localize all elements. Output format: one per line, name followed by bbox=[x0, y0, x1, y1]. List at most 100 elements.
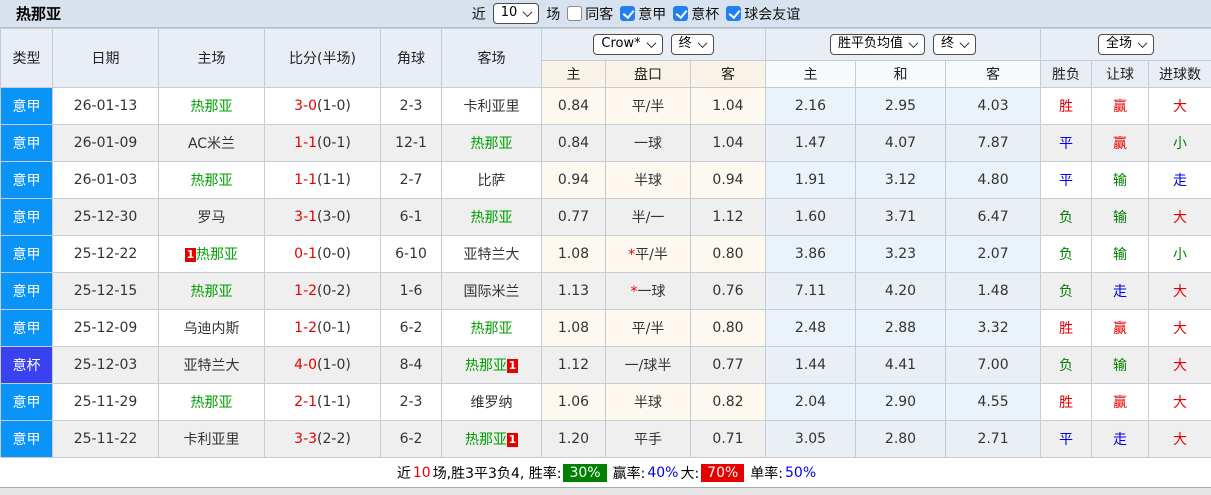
avg-draw-odds: 2.90 bbox=[855, 383, 947, 421]
handicap-cell: 半球 bbox=[605, 383, 691, 421]
checked-checkbox[interactable] bbox=[673, 6, 689, 21]
match-type-badge: 意甲 bbox=[0, 309, 53, 347]
match-row: 意甲 25-11-29 热那亚 2-1(1-1) 2-3 维罗纳 1.06 半球 0.82 2.0… bbox=[0, 383, 1211, 421]
avg-away-odds: 2.71 bbox=[945, 420, 1042, 458]
handicap-cell: 平/半 bbox=[605, 309, 691, 347]
home-odds: 1.13 bbox=[541, 272, 606, 310]
full-time-score: 2-1 bbox=[294, 394, 318, 410]
full-time-score: 3-3 bbox=[294, 431, 318, 447]
score-cell: 4-0(1-0) bbox=[264, 346, 381, 384]
checkbox-label: 意杯 bbox=[691, 6, 720, 23]
half-time-score: (0-2) bbox=[317, 283, 351, 299]
away-odds: 1.12 bbox=[689, 198, 767, 236]
match-date: 25-12-30 bbox=[52, 198, 159, 236]
away-team[interactable]: 热那亚 bbox=[465, 358, 507, 374]
away-team[interactable]: 热那亚 bbox=[471, 136, 513, 152]
competition-filter-1[interactable]: 意甲 bbox=[620, 4, 666, 24]
home-team[interactable]: 亚特兰大 bbox=[184, 358, 240, 374]
handicap-line: 一球 bbox=[634, 136, 662, 152]
match-history-panel: 热那亚 近 10 场 同客 意甲 意杯 球会友谊 类型 日期 主场 比分(半场) 角球 客场 Cr… bbox=[0, 0, 1211, 495]
match-row: 意甲 26-01-13 热那亚 3-0(1-0) 2-3 卡利亚里 0.84 平/半 1.04 2… bbox=[0, 87, 1211, 125]
odds-stage-select[interactable]: 终 bbox=[670, 34, 714, 55]
summary-text: 40% bbox=[647, 464, 679, 481]
result-goals: 大 bbox=[1148, 420, 1211, 458]
handicap-line: 一球 bbox=[637, 284, 666, 300]
result-wdl: 负 bbox=[1040, 235, 1093, 273]
away-team[interactable]: 亚特兰大 bbox=[464, 247, 520, 263]
competition-filter-3[interactable]: 球会友谊 bbox=[726, 4, 800, 24]
avg-away-header: 客 bbox=[945, 60, 1042, 88]
away-team-cell: 热那亚 bbox=[441, 124, 542, 162]
handicap-line: 平手 bbox=[634, 432, 662, 448]
handicap-line: 一/球半 bbox=[624, 358, 672, 374]
competition-filter-0[interactable]: 同客 bbox=[567, 4, 613, 24]
result-wdl-header: 胜负 bbox=[1040, 60, 1093, 88]
away-team[interactable]: 维罗纳 bbox=[471, 395, 513, 411]
result-handicap: 输 bbox=[1091, 198, 1150, 236]
avg-metric-select[interactable]: 胜平负均值 bbox=[830, 34, 926, 55]
chevron-down-icon bbox=[522, 6, 533, 17]
away-team[interactable]: 国际米兰 bbox=[464, 284, 520, 300]
home-team-cell: 卡利亚里 bbox=[158, 420, 265, 458]
away-odds: 0.94 bbox=[689, 161, 767, 199]
home-team[interactable]: 乌迪内斯 bbox=[184, 321, 240, 337]
avg-home-odds: 1.91 bbox=[765, 161, 857, 199]
half-time-score: (3-0) bbox=[317, 209, 351, 225]
away-odds: 0.77 bbox=[689, 346, 767, 384]
competition-checkbox-group: 同客 意甲 意杯 球会友谊 bbox=[567, 4, 800, 24]
corner-count: 2-7 bbox=[380, 161, 442, 199]
match-row: 意甲 25-12-09 乌迪内斯 1-2(0-1) 6-2 热那亚 1.08 平/半 0.80 2… bbox=[0, 309, 1211, 347]
matches-label: 场 bbox=[546, 6, 561, 23]
home-odds: 0.84 bbox=[541, 87, 606, 125]
avg-home-odds: 1.44 bbox=[765, 346, 857, 384]
recent-count-select[interactable]: 10 bbox=[492, 3, 540, 24]
away-team[interactable]: 卡利亚里 bbox=[464, 99, 520, 115]
result-wdl: 胜 bbox=[1040, 87, 1093, 125]
checked-checkbox[interactable] bbox=[620, 6, 636, 21]
bookmaker-select[interactable]: Crow* bbox=[593, 34, 663, 55]
result-handicap: 走 bbox=[1091, 272, 1150, 310]
result-wdl: 负 bbox=[1040, 272, 1093, 310]
half-time-score: (1-1) bbox=[317, 394, 351, 410]
home-team[interactable]: 热那亚 bbox=[191, 284, 233, 300]
handicap-cell: *一球 bbox=[605, 272, 691, 310]
chevron-down-icon bbox=[908, 37, 919, 48]
page-title: 热那亚 bbox=[16, 5, 62, 23]
summary-text: 赢率: bbox=[612, 465, 646, 482]
home-team[interactable]: 热那亚 bbox=[191, 99, 233, 115]
away-team[interactable]: 热那亚 bbox=[465, 432, 507, 448]
half-time-score: (1-1) bbox=[317, 172, 351, 188]
handicap-cell: 平/半 bbox=[605, 87, 691, 125]
home-team[interactable]: 罗马 bbox=[198, 210, 226, 226]
match-type-badge: 意甲 bbox=[0, 420, 53, 458]
match-date: 25-12-09 bbox=[52, 309, 159, 347]
result-wdl: 平 bbox=[1040, 420, 1093, 458]
full-time-score: 3-0 bbox=[294, 98, 318, 114]
score-cell: 2-1(1-1) bbox=[264, 383, 381, 421]
home-team[interactable]: AC米兰 bbox=[188, 136, 235, 152]
result-goals-header: 进球数 bbox=[1148, 60, 1211, 88]
home-team[interactable]: 卡利亚里 bbox=[184, 432, 240, 448]
unchecked-checkbox[interactable] bbox=[567, 6, 583, 21]
scope-select[interactable]: 全场 bbox=[1098, 34, 1155, 55]
home-team[interactable]: 热那亚 bbox=[196, 247, 238, 263]
half-time-score: (0-1) bbox=[317, 135, 351, 151]
away-team[interactable]: 热那亚 bbox=[471, 321, 513, 337]
full-time-score: 1-1 bbox=[294, 135, 318, 151]
filter-bar: 热那亚 近 10 场 同客 意甲 意杯 球会友谊 bbox=[0, 0, 1211, 28]
away-team[interactable]: 比萨 bbox=[478, 173, 506, 189]
away-team[interactable]: 热那亚 bbox=[471, 210, 513, 226]
result-handicap: 赢 bbox=[1091, 383, 1150, 421]
result-handicap: 输 bbox=[1091, 161, 1150, 199]
checked-checkbox[interactable] bbox=[726, 6, 742, 21]
summary-text: 50% bbox=[785, 464, 817, 481]
home-team-cell: 热那亚 bbox=[158, 383, 265, 421]
home-team[interactable]: 热那亚 bbox=[191, 173, 233, 189]
competition-filter-2[interactable]: 意杯 bbox=[673, 4, 719, 24]
avg-stage-select[interactable]: 终 bbox=[933, 34, 977, 55]
home-team-cell: 热那亚 bbox=[158, 87, 265, 125]
corner-count: 8-4 bbox=[380, 346, 442, 384]
home-team[interactable]: 热那亚 bbox=[191, 395, 233, 411]
match-row: 意甲 25-12-22 1 热那亚 0-1(0-0) 6-10 亚特兰大 1.08 *平/半 0.… bbox=[0, 235, 1211, 273]
half-time-score: (0-1) bbox=[317, 320, 351, 336]
